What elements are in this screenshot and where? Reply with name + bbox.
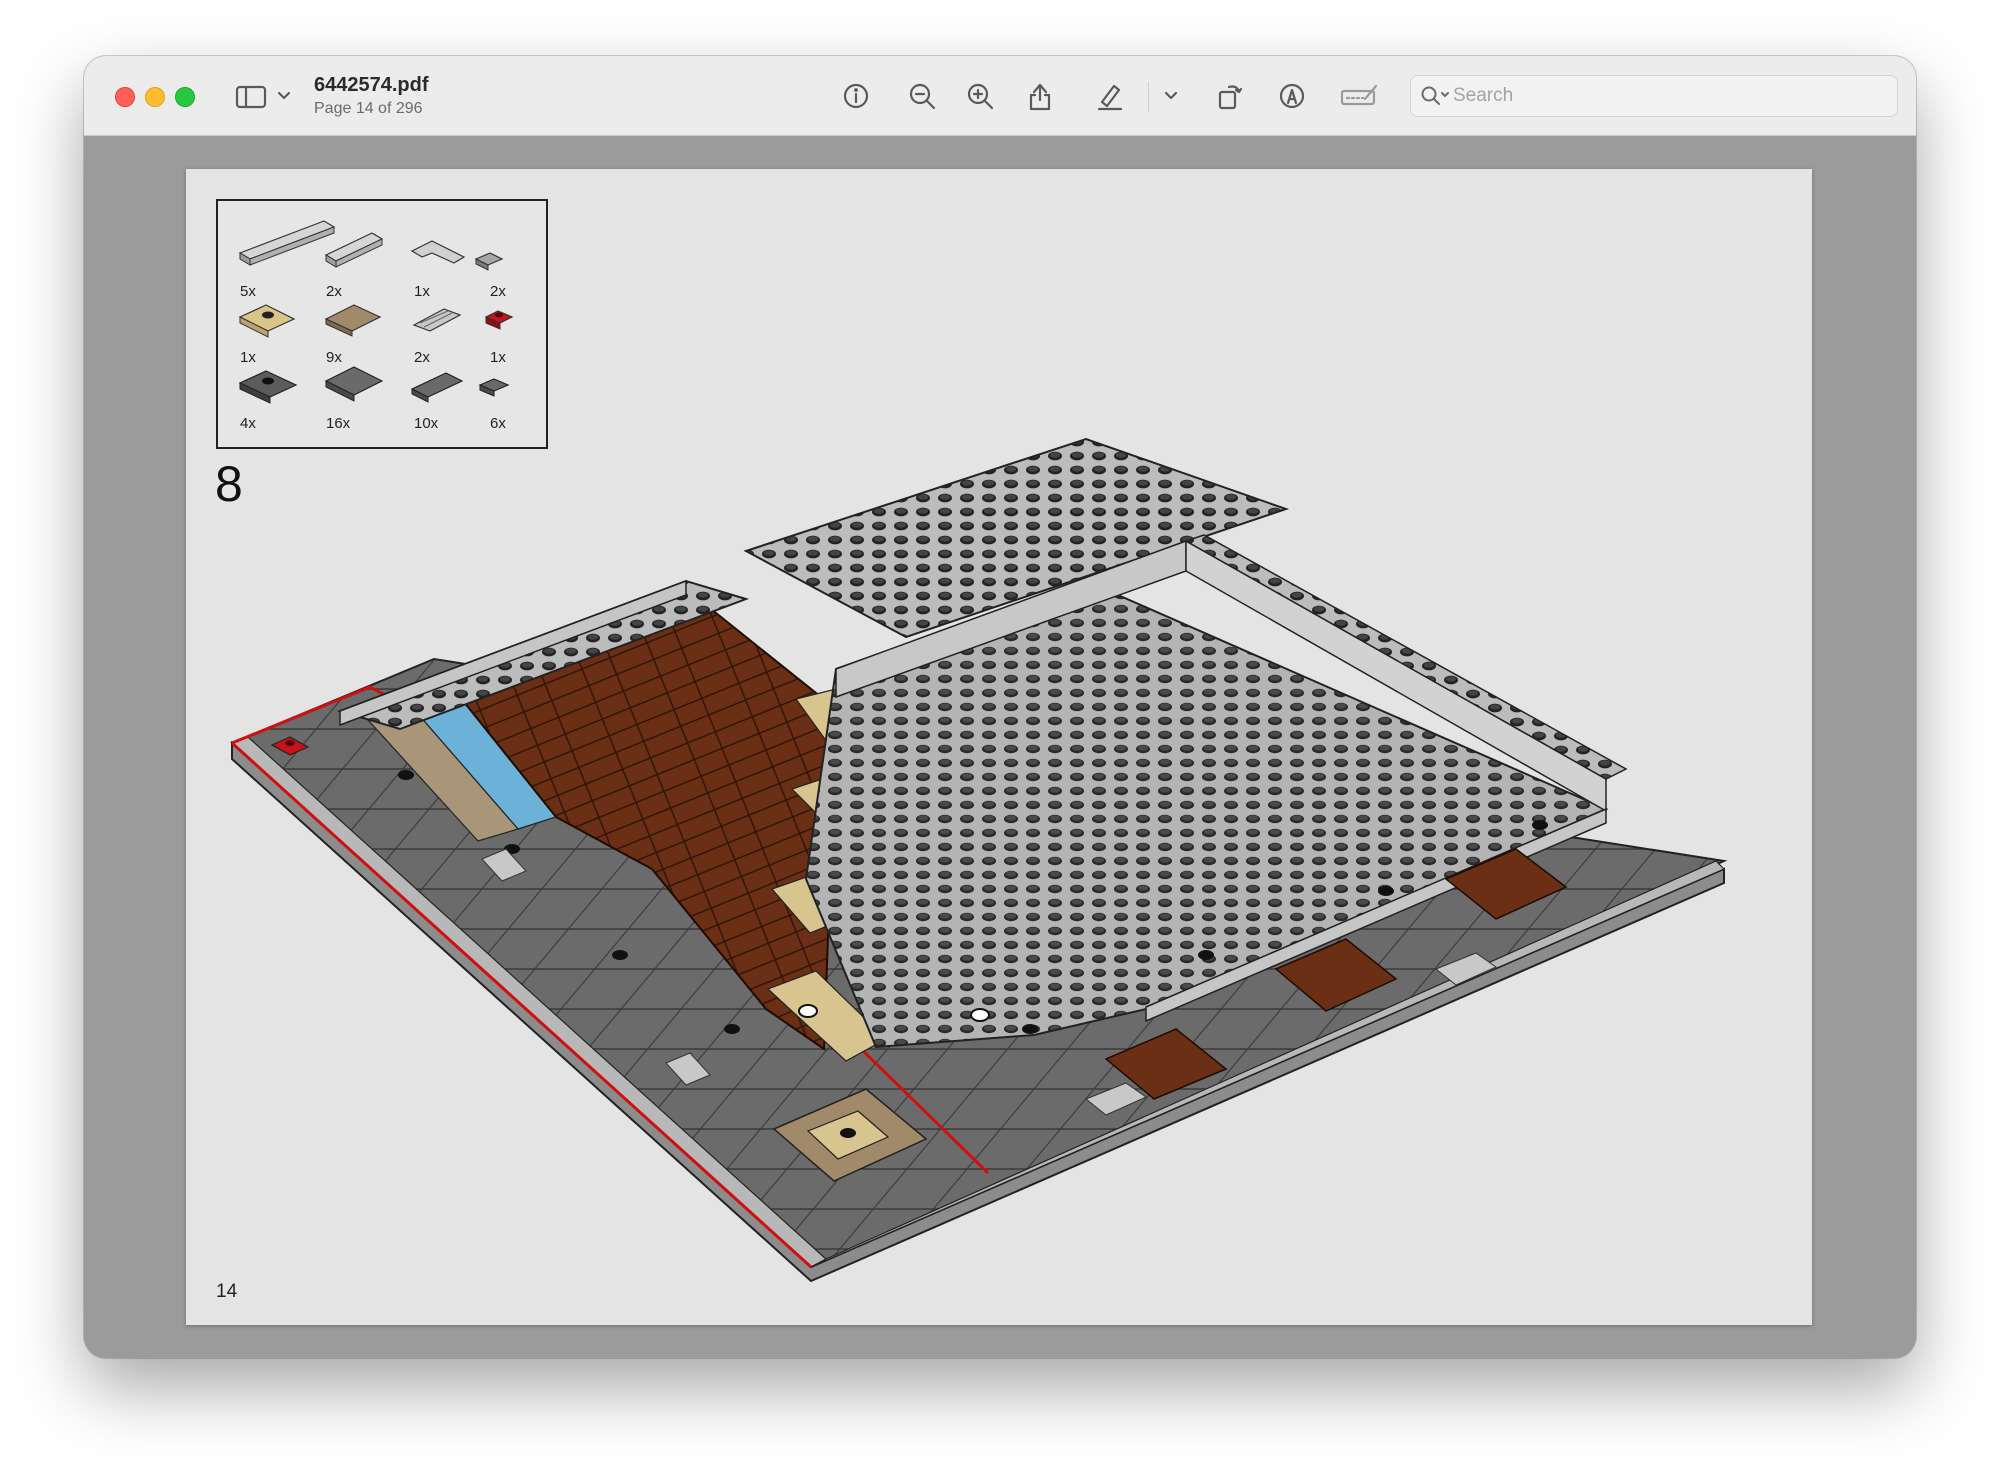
info-icon (843, 83, 869, 109)
rotate-button[interactable] (1210, 78, 1250, 114)
chevron-down-icon (1164, 91, 1178, 100)
highlight-button[interactable] (1086, 78, 1134, 114)
page-indicator: Page 14 of 296 (314, 100, 423, 117)
sidebar-icon (235, 85, 291, 109)
share-button[interactable] (1020, 78, 1060, 114)
signature-icon (1340, 84, 1378, 106)
highlight-menu-button[interactable] (1156, 78, 1186, 114)
info-button[interactable] (836, 78, 876, 114)
search-field[interactable] (1410, 75, 1898, 117)
highlighter-icon (1097, 84, 1123, 111)
zoom-in-button[interactable] (960, 78, 1000, 114)
share-icon (1029, 83, 1051, 111)
build-model-illustration (230, 437, 1728, 1283)
sidebar-toggle-button[interactable] (232, 78, 298, 114)
markup-button[interactable] (1272, 78, 1312, 114)
toolbar: 6442574.pdf Page 14 of 296 (84, 56, 1916, 136)
rotate-icon (1218, 85, 1243, 110)
zoom-out-icon (909, 83, 936, 110)
document-title: 6442574.pdf (314, 74, 429, 96)
search-input[interactable] (1451, 81, 1885, 111)
close-button[interactable] (115, 87, 135, 107)
zoom-button[interactable] (175, 87, 195, 107)
minimize-button[interactable] (145, 87, 165, 107)
preview-window: 6442574.pdf Page 14 of 296 Search 5x 2x … (84, 56, 1916, 1358)
zoom-out-button[interactable] (902, 78, 942, 114)
zoom-in-icon (967, 83, 994, 110)
pdf-page: 5x 2x 1x 2x 1x 9x 2x 1x 4x 16x 10x 6x 8 (186, 169, 1812, 1325)
document-viewport[interactable]: 5x 2x 1x 2x 1x 9x 2x 1x 4x 16x 10x 6x 8 (84, 136, 1916, 1358)
page-number: 14 (216, 1281, 238, 1302)
search-icon (1421, 86, 1449, 105)
toolbar-separator (1148, 82, 1149, 112)
markup-pen-icon (1279, 83, 1305, 109)
signature-button[interactable] (1334, 78, 1384, 114)
